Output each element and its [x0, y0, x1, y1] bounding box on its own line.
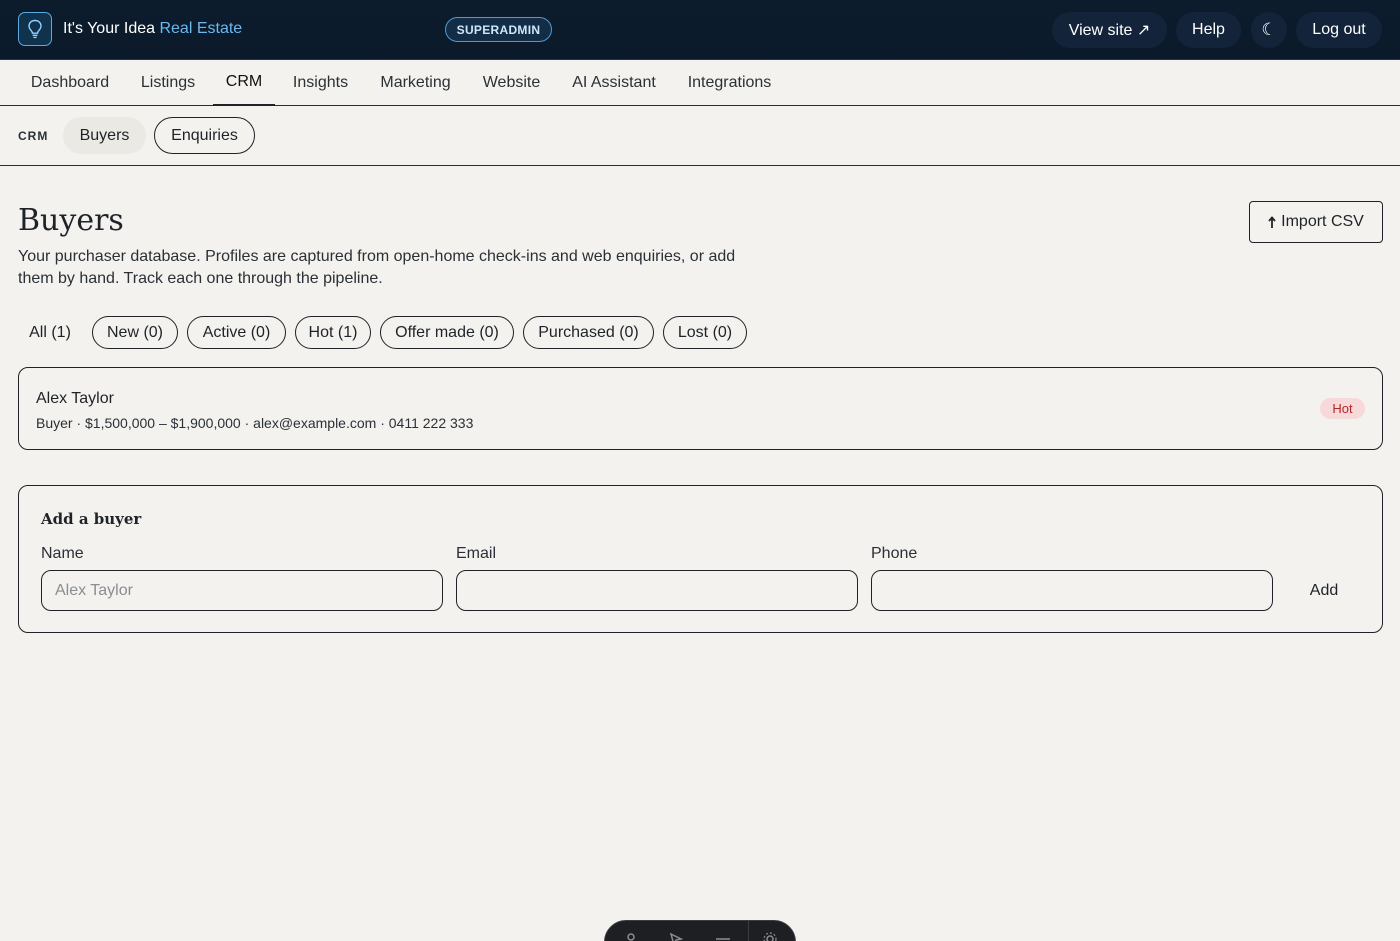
help-button[interactable]: Help [1176, 12, 1241, 48]
nav-item-crm[interactable]: CRM [213, 60, 275, 106]
brand-accent: Real Estate [159, 20, 243, 37]
nav-item-website[interactable]: Website [472, 60, 551, 106]
toolbar-divider [748, 921, 749, 941]
import-csv-label: Import CSV [1281, 213, 1364, 230]
lightbulb-icon[interactable] [18, 12, 52, 46]
subnav-item-enquiries[interactable]: Enquiries [154, 117, 255, 154]
role-badge: SUPERADMIN [445, 17, 552, 42]
top-bar: It's Your Idea Real Estate SUPERADMIN Vi… [0, 0, 1400, 60]
nav-item-insights[interactable]: Insights [282, 60, 359, 106]
filter-lost[interactable]: Lost (0) [663, 316, 747, 349]
cursor-icon[interactable] [666, 929, 686, 941]
email-field[interactable] [456, 570, 858, 611]
subnav-item-buyers[interactable]: Buyers [63, 117, 146, 154]
phone-label: Phone [871, 545, 918, 562]
filter-hot[interactable]: Hot (1) [295, 316, 371, 349]
floating-toolbar [604, 920, 796, 941]
filter-new[interactable]: New (0) [92, 316, 178, 349]
email-label: Email [456, 545, 497, 562]
view-site-button[interactable]: View site ↗ [1052, 12, 1167, 48]
add-buyer-form: Add a buyer Name Email Phone Add [18, 485, 1383, 633]
main-nav: Dashboard Listings CRM Insights Marketin… [0, 60, 1400, 106]
buyer-name: Alex Taylor [36, 390, 114, 407]
filter-active[interactable]: Active (0) [187, 316, 286, 349]
buyer-card[interactable]: Alex Taylor Buyer · $1,500,000 – $1,900,… [18, 367, 1383, 450]
gear-icon[interactable] [760, 929, 780, 941]
add-buyer-title: Add a buyer [41, 510, 142, 528]
logout-button[interactable]: Log out [1296, 12, 1382, 48]
nav-item-dashboard[interactable]: Dashboard [18, 60, 122, 106]
page-description: Your purchaser database. Profiles are ca… [18, 248, 736, 287]
brand-main: It's Your Idea [63, 20, 156, 37]
theme-toggle-button[interactable]: ☾ [1251, 12, 1287, 48]
upload-arrow-icon [1268, 215, 1276, 228]
filter-offer-made[interactable]: Offer made (0) [380, 316, 514, 349]
name-field[interactable] [41, 570, 443, 611]
sub-nav: CRM Buyers Enquiries [0, 106, 1400, 166]
add-buyer-button[interactable]: Add [1289, 570, 1359, 611]
filter-purchased[interactable]: Purchased (0) [523, 316, 654, 349]
page-title: Buyers [18, 203, 124, 238]
nav-item-integrations[interactable]: Integrations [676, 60, 783, 106]
name-label: Name [41, 545, 84, 562]
menu-icon[interactable] [713, 929, 733, 941]
status-badge: Hot [1320, 398, 1365, 419]
nav-item-listings[interactable]: Listings [128, 60, 208, 106]
moon-icon: ☾ [1261, 20, 1277, 39]
nav-item-marketing[interactable]: Marketing [368, 60, 463, 106]
nav-item-ai-assistant[interactable]: AI Assistant [560, 60, 668, 106]
subnav-section-label: CRM [18, 129, 49, 143]
buyer-details: Buyer · $1,500,000 – $1,900,000 · alex@e… [36, 415, 474, 431]
filter-all[interactable]: All (1) [18, 316, 82, 349]
import-csv-button[interactable]: Import CSV [1249, 201, 1383, 243]
brand-name[interactable]: It's Your Idea Real Estate [63, 20, 242, 38]
phone-field[interactable] [871, 570, 1273, 611]
person-icon[interactable] [621, 929, 641, 941]
